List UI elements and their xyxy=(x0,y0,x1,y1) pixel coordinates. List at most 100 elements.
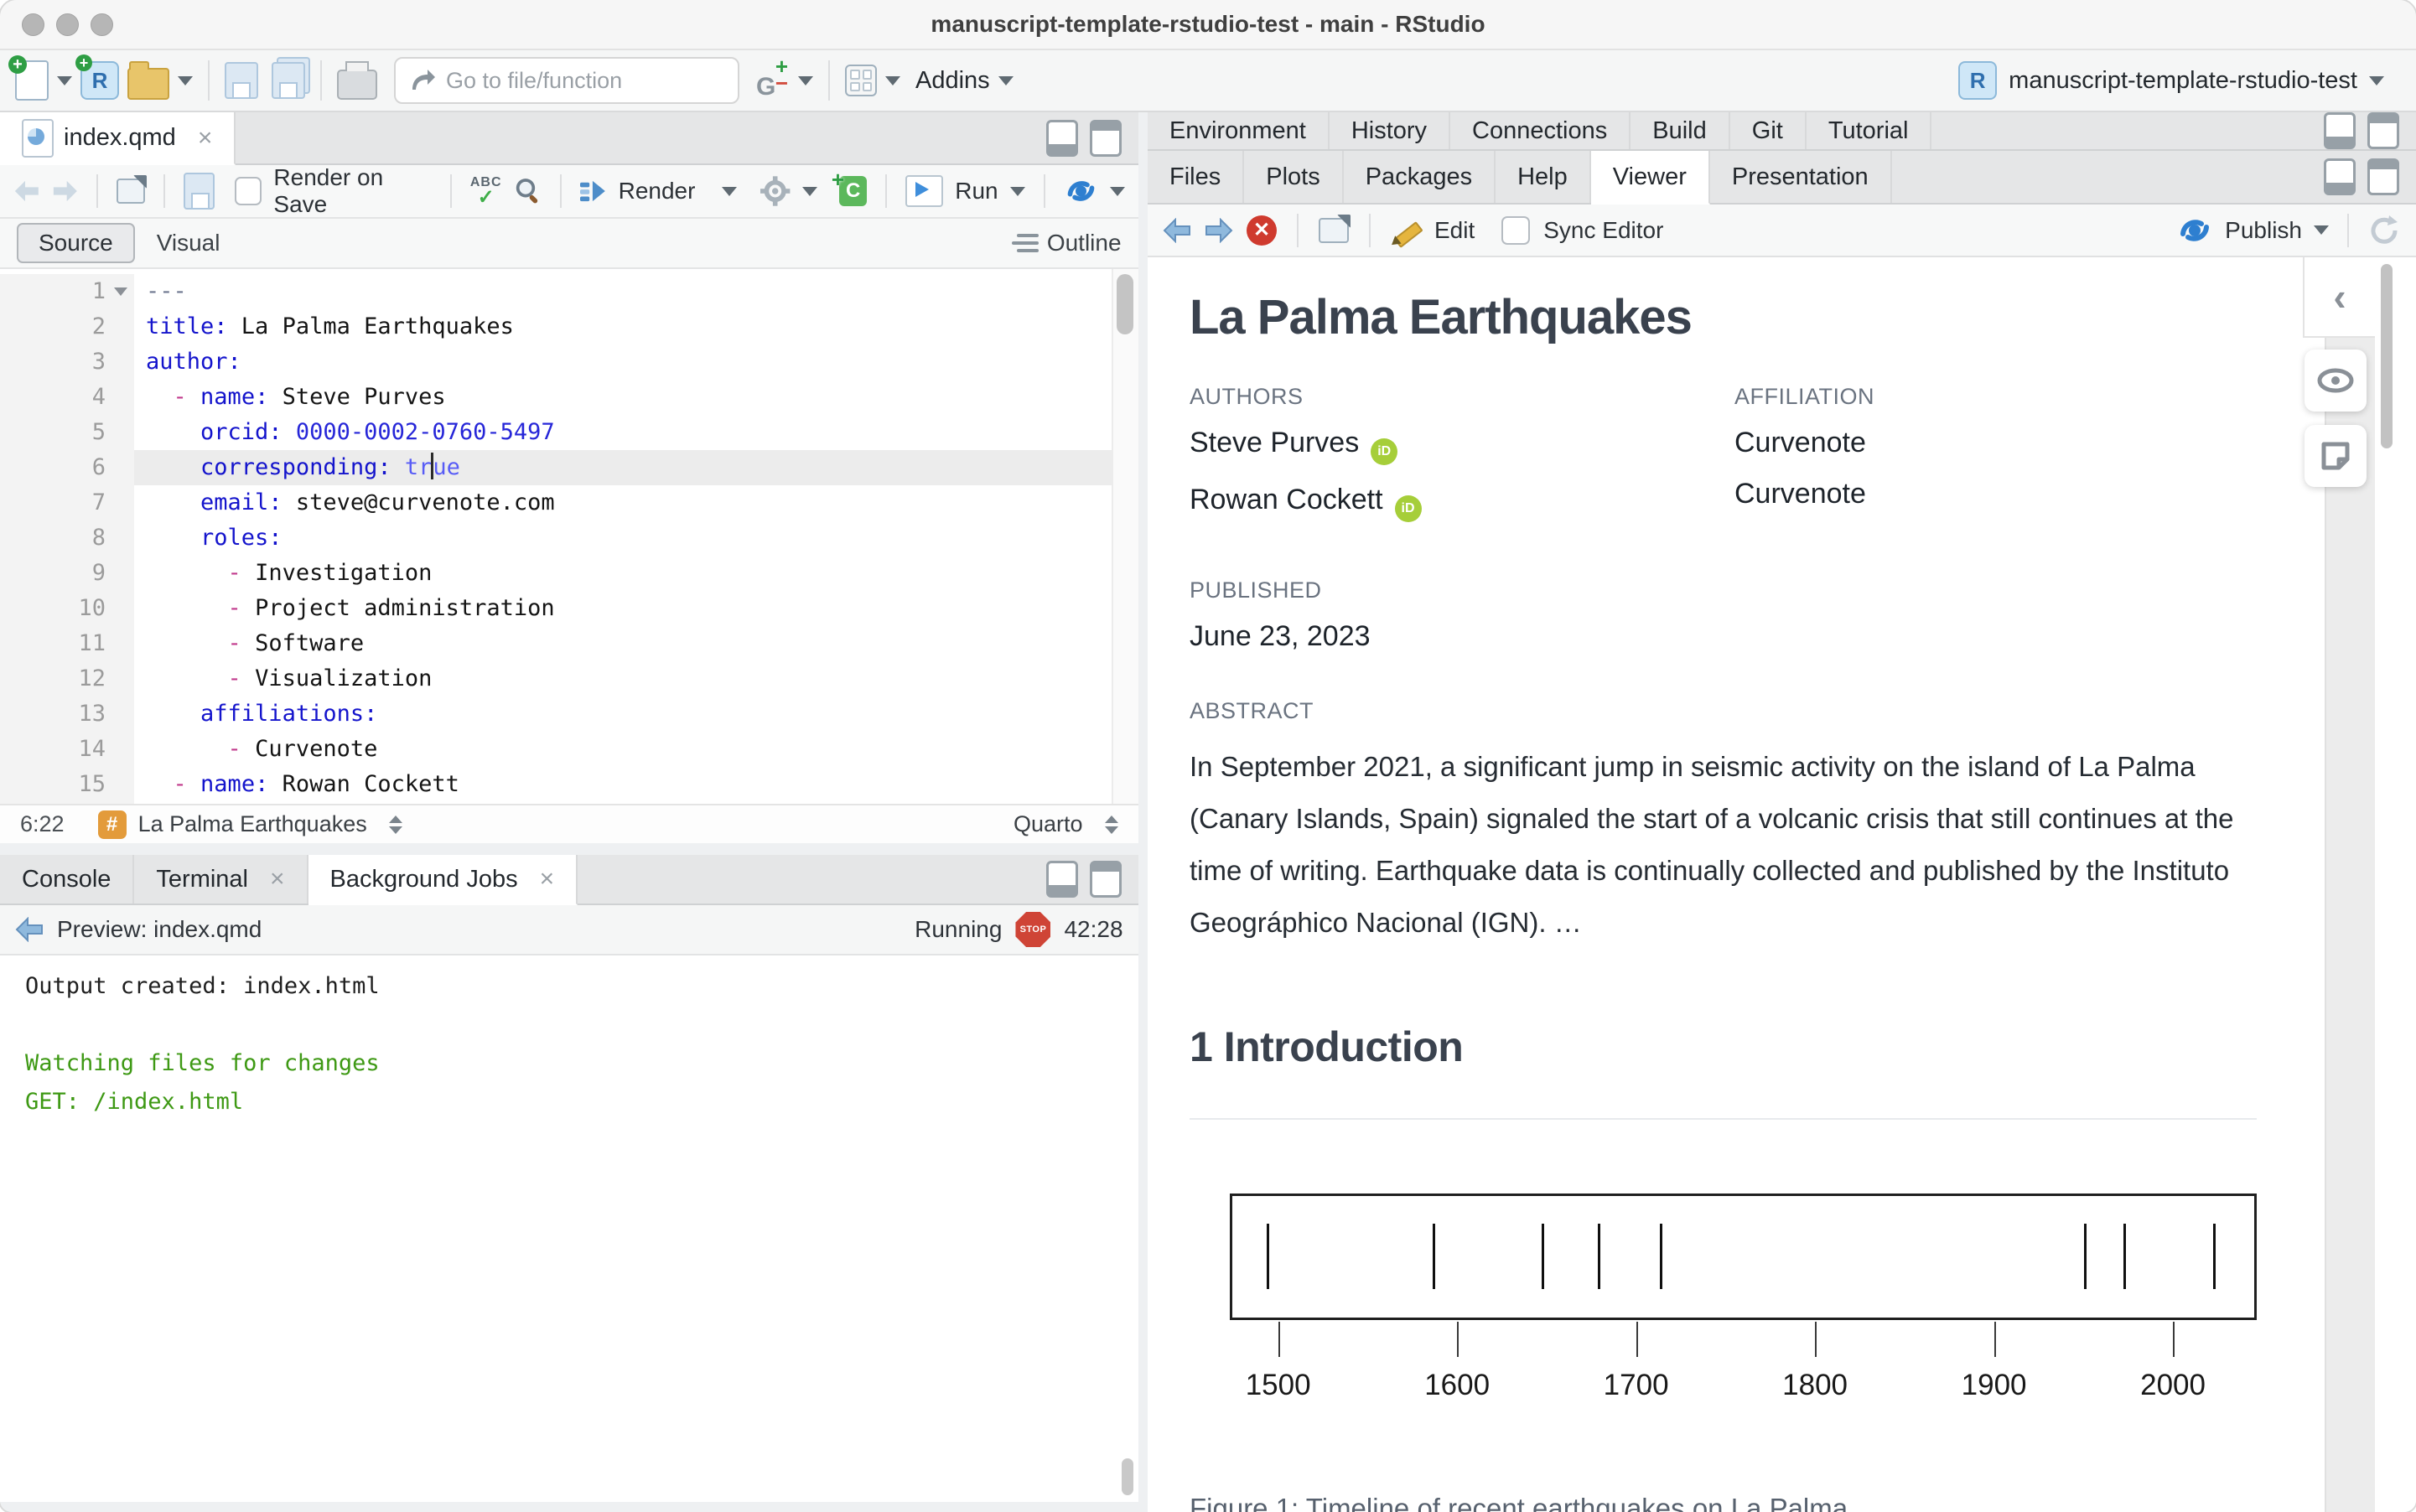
tab-index-qmd[interactable]: index.qmd × xyxy=(0,112,236,165)
code-line-12[interactable]: 12 - Visualization xyxy=(0,661,1113,696)
minimize-pane-icon[interactable] xyxy=(2324,158,2356,195)
code-line-11[interactable]: 11 - Software xyxy=(0,626,1113,661)
sync-editor-checkbox[interactable] xyxy=(1501,215,1531,245)
tab-tutorial[interactable]: Tutorial xyxy=(1807,112,1932,149)
search-icon[interactable] xyxy=(514,176,542,206)
spellcheck-icon[interactable]: ABC ✓ xyxy=(470,176,502,208)
save-icon[interactable] xyxy=(183,173,215,210)
save-all-button[interactable] xyxy=(272,62,305,99)
close-icon[interactable]: × xyxy=(540,867,555,892)
section-updown-icon[interactable] xyxy=(388,815,402,834)
annotations-button[interactable] xyxy=(2305,425,2367,487)
chevron-down-icon[interactable] xyxy=(722,186,738,196)
maximize-pane-icon[interactable] xyxy=(1089,861,1122,898)
edit-button[interactable]: Edit xyxy=(1434,217,1475,244)
chevron-down-icon[interactable] xyxy=(801,186,817,196)
back-icon[interactable] xyxy=(13,179,40,204)
code-line-6[interactable]: 6 corresponding: true xyxy=(0,450,1113,485)
console-output[interactable]: Output created: index.html Watching file… xyxy=(0,955,1138,1502)
tab-background-jobs[interactable]: Background Jobs × xyxy=(308,855,578,905)
tab-packages[interactable]: Packages xyxy=(1344,151,1496,203)
project-menu-button[interactable]: R manuscript-template-rstudio-test xyxy=(1958,61,2384,100)
chevron-down-icon[interactable] xyxy=(1009,186,1025,196)
orcid-icon[interactable]: iD xyxy=(1371,438,1398,465)
minimize-pane-icon[interactable] xyxy=(1045,861,1078,898)
edit-pencil-icon[interactable] xyxy=(1391,215,1421,246)
insert-chunk-icon[interactable]: C xyxy=(832,167,868,206)
addins-button[interactable]: Addins xyxy=(915,67,1014,95)
viewer-content[interactable]: La Palma Earthquakes AUTHORS Steve Purve… xyxy=(1148,257,2416,1512)
fold-arrow-icon[interactable] xyxy=(114,287,127,296)
back-icon[interactable] xyxy=(15,917,44,942)
code-line-13[interactable]: 13 affiliations: xyxy=(0,696,1113,732)
code-editor[interactable]: 1 --- 2 title: La Palma Earthquakes 3 author:… xyxy=(0,269,1138,804)
tab-terminal[interactable]: Terminal × xyxy=(134,855,308,904)
close-icon[interactable]: × xyxy=(270,867,285,892)
console-scrollbar[interactable] xyxy=(1121,1458,1133,1495)
code-line-14[interactable]: 14 - Curvenote xyxy=(0,732,1113,767)
gear-icon[interactable] xyxy=(760,175,791,207)
render-button[interactable]: Render xyxy=(619,178,696,205)
version-control-button[interactable]: + − G xyxy=(756,55,813,101)
tab-presentation[interactable]: Presentation xyxy=(1710,151,1892,203)
forward-icon[interactable] xyxy=(1205,217,1233,243)
clear-viewer-icon[interactable]: ✕ xyxy=(1247,215,1277,246)
viewer-scrollbar[interactable] xyxy=(2381,264,2393,448)
print-button[interactable] xyxy=(337,61,377,100)
popout-icon[interactable] xyxy=(117,179,146,204)
tab-files[interactable]: Files xyxy=(1148,151,1245,203)
stop-icon[interactable]: STOP xyxy=(1015,912,1051,947)
publish-button[interactable]: Publish xyxy=(2225,217,2302,244)
tab-history[interactable]: History xyxy=(1330,112,1451,149)
save-button[interactable] xyxy=(225,62,258,99)
tab-viewer[interactable]: Viewer xyxy=(1590,151,1710,205)
close-icon[interactable]: × xyxy=(198,125,213,151)
code-line-1[interactable]: 1 --- xyxy=(0,274,1113,309)
mode-updown-icon[interactable] xyxy=(1104,815,1118,834)
file-mode[interactable]: Quarto xyxy=(1014,811,1083,837)
code-line-10[interactable]: 10 - Project administration xyxy=(0,591,1113,626)
tab-git[interactable]: Git xyxy=(1730,112,1807,149)
mode-source-button[interactable]: Source xyxy=(17,223,135,263)
new-project-button[interactable]: R xyxy=(75,54,119,100)
tab-build[interactable]: Build xyxy=(1631,112,1730,149)
code-line-8[interactable]: 8 roles: xyxy=(0,520,1113,556)
tab-environment[interactable]: Environment xyxy=(1148,112,1330,149)
minimize-pane-icon[interactable] xyxy=(2324,112,2356,149)
maximize-pane-icon[interactable] xyxy=(1089,119,1122,157)
publish-icon[interactable] xyxy=(1064,176,1098,206)
tab-connections[interactable]: Connections xyxy=(1450,112,1631,149)
maximize-pane-icon[interactable] xyxy=(2367,112,2399,149)
code-line-3[interactable]: 3 author: xyxy=(0,344,1113,380)
goto-file-input[interactable]: Go to file/function xyxy=(394,57,739,104)
tab-help[interactable]: Help xyxy=(1496,151,1591,203)
section-navigator[interactable]: La Palma Earthquakes xyxy=(138,811,367,837)
minimize-pane-icon[interactable] xyxy=(1045,119,1078,157)
chevron-down-icon[interactable] xyxy=(1109,186,1125,196)
mode-visual-button[interactable]: Visual xyxy=(135,225,242,261)
run-button[interactable]: Run xyxy=(955,178,998,205)
tab-plots[interactable]: Plots xyxy=(1244,151,1344,203)
pane-divider[interactable] xyxy=(1138,112,1148,1502)
tab-console[interactable]: Console xyxy=(0,855,135,904)
open-file-button[interactable] xyxy=(127,61,193,100)
code-line-16[interactable]: 16 orcid: 0000-0002-7859-8394 xyxy=(0,802,1113,804)
maximize-pane-icon[interactable] xyxy=(2367,158,2399,195)
panes-layout-button[interactable] xyxy=(845,65,900,96)
code-line-15[interactable]: 15 - name: Rowan Cockett xyxy=(0,767,1113,802)
forward-icon[interactable] xyxy=(52,179,79,204)
refresh-icon[interactable] xyxy=(2367,214,2401,247)
code-line-5[interactable]: 5 orcid: 0000-0002-0760-5497 xyxy=(0,415,1113,450)
code-line-9[interactable]: 9 - Investigation xyxy=(0,556,1113,591)
show-margin-button[interactable] xyxy=(2305,350,2367,412)
new-file-button[interactable]: + xyxy=(8,55,72,101)
collapse-panel-button[interactable]: ‹ xyxy=(2303,257,2375,338)
code-line-2[interactable]: 2 title: La Palma Earthquakes xyxy=(0,309,1113,344)
code-line-4[interactable]: 4 - name: Steve Purves xyxy=(0,380,1113,415)
code-line-7[interactable]: 7 email: steve@curvenote.com xyxy=(0,485,1113,520)
render-on-save-checkbox[interactable] xyxy=(235,177,262,205)
chevron-down-icon[interactable] xyxy=(2314,225,2329,235)
popout-icon[interactable] xyxy=(1319,217,1349,243)
outline-button[interactable]: Outline xyxy=(1011,230,1122,256)
editor-scrollbar[interactable] xyxy=(1111,269,1138,804)
